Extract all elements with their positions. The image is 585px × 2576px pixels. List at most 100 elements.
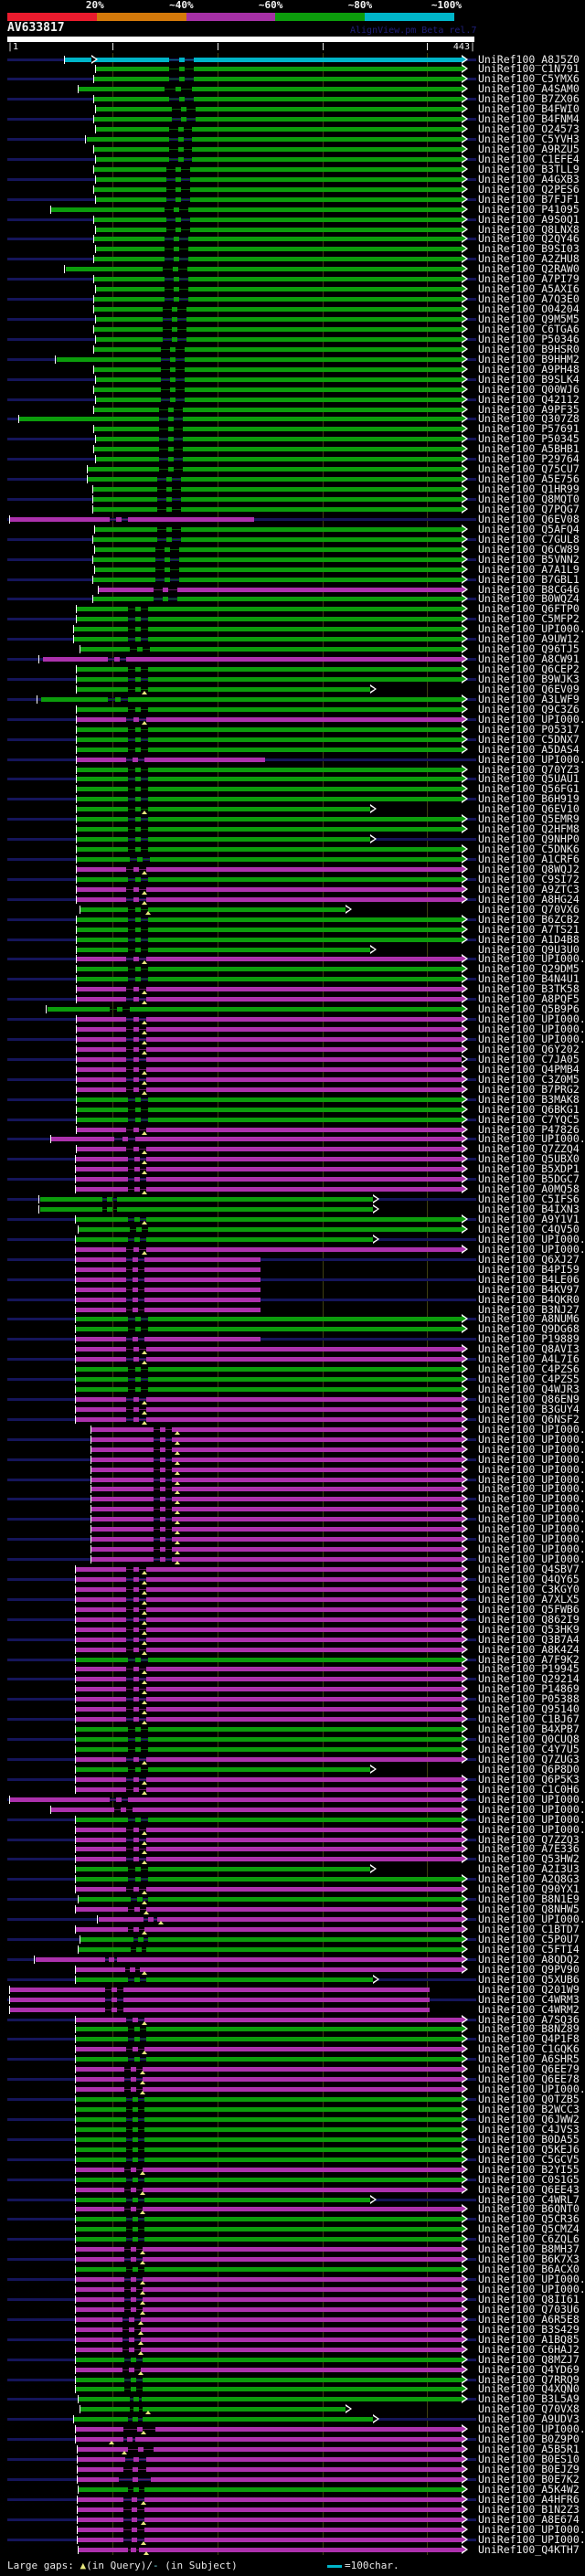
alignment-bar[interactable] bbox=[75, 1697, 126, 1702]
alignment-bar[interactable] bbox=[177, 597, 462, 602]
alignment-bar[interactable] bbox=[146, 2027, 462, 2032]
alignment-bar[interactable] bbox=[87, 467, 159, 472]
alignment-bar[interactable] bbox=[143, 2387, 462, 2392]
alignment-bar[interactable] bbox=[75, 2057, 128, 2062]
alignment-bar[interactable] bbox=[76, 886, 126, 892]
alignment-bar[interactable] bbox=[146, 1677, 462, 1682]
alignment-bar[interactable] bbox=[146, 1827, 462, 1832]
alignment-bar[interactable] bbox=[36, 1956, 105, 1962]
alignment-bar[interactable] bbox=[75, 2357, 124, 2362]
alignment-bar[interactable] bbox=[76, 1117, 128, 1122]
alignment-bar[interactable] bbox=[91, 1507, 154, 1512]
alignment-bar[interactable] bbox=[73, 637, 128, 642]
alignment-bar[interactable] bbox=[183, 427, 462, 432]
alignment-bar[interactable] bbox=[48, 1007, 110, 1012]
alignment-bar[interactable] bbox=[93, 146, 169, 152]
alignment-bar[interactable] bbox=[146, 1627, 462, 1632]
alignment-bar[interactable] bbox=[75, 2147, 126, 2152]
alignment-bar[interactable] bbox=[146, 1246, 462, 1252]
alignment-bar[interactable] bbox=[9, 516, 110, 522]
alignment-bar[interactable] bbox=[146, 1606, 462, 1612]
alignment-bar[interactable] bbox=[148, 767, 462, 772]
alignment-bar[interactable] bbox=[40, 1197, 102, 1203]
alignment-bar[interactable] bbox=[150, 857, 462, 863]
alignment-bar[interactable] bbox=[128, 516, 254, 522]
alignment-bar[interactable] bbox=[95, 397, 161, 402]
alignment-bar[interactable] bbox=[76, 917, 128, 922]
alignment-bar[interactable] bbox=[148, 706, 462, 712]
alignment-bar[interactable] bbox=[94, 567, 155, 572]
alignment-bar[interactable] bbox=[76, 1066, 126, 1072]
alignment-bar[interactable] bbox=[144, 2107, 462, 2113]
alignment-bar[interactable] bbox=[144, 2217, 462, 2222]
alignment-bar[interactable] bbox=[148, 1367, 462, 1373]
alignment-bar[interactable] bbox=[92, 506, 157, 512]
alignment-bar[interactable] bbox=[148, 817, 462, 822]
alignment-bar[interactable] bbox=[148, 1766, 370, 1772]
alignment-bar[interactable] bbox=[146, 1586, 462, 1592]
alignment-bar[interactable] bbox=[75, 2037, 128, 2042]
alignment-bar[interactable] bbox=[75, 1786, 126, 1792]
alignment-bar[interactable] bbox=[75, 1317, 128, 1322]
alignment-bar[interactable] bbox=[190, 227, 462, 232]
alignment-bar[interactable] bbox=[93, 387, 161, 392]
alignment-bar[interactable] bbox=[144, 1277, 261, 1282]
alignment-bar[interactable] bbox=[76, 726, 128, 732]
alignment-bar[interactable] bbox=[75, 1406, 126, 1412]
alignment-bar[interactable] bbox=[76, 807, 128, 812]
alignment-bar[interactable] bbox=[148, 1117, 462, 1122]
alignment-bar[interactable] bbox=[75, 1637, 126, 1642]
alignment-bar[interactable] bbox=[76, 1076, 126, 1082]
alignment-bar[interactable] bbox=[188, 237, 462, 242]
alignment-bar[interactable] bbox=[146, 2037, 462, 2042]
alignment-bar[interactable] bbox=[75, 2067, 124, 2072]
alignment-bar[interactable] bbox=[87, 137, 169, 143]
alignment-bar[interactable] bbox=[95, 376, 161, 382]
alignment-bar[interactable] bbox=[130, 1007, 462, 1012]
alignment-bar[interactable] bbox=[75, 1267, 126, 1272]
alignment-bar[interactable] bbox=[87, 477, 157, 482]
alignment-bar[interactable] bbox=[75, 2207, 124, 2212]
alignment-bar[interactable] bbox=[95, 437, 159, 442]
alignment-bar[interactable] bbox=[77, 2537, 123, 2542]
alignment-bar[interactable] bbox=[146, 1167, 462, 1172]
alignment-bar[interactable] bbox=[91, 1477, 154, 1482]
alignment-bar[interactable] bbox=[75, 1627, 126, 1632]
alignment-bar[interactable] bbox=[144, 1297, 261, 1302]
alignment-bar[interactable] bbox=[76, 977, 128, 982]
alignment-bar[interactable] bbox=[183, 407, 462, 412]
alignment-bar[interactable] bbox=[91, 1537, 154, 1542]
alignment-bar[interactable] bbox=[143, 2407, 346, 2412]
alignment-bar[interactable] bbox=[76, 757, 126, 762]
alignment-bar[interactable] bbox=[188, 287, 462, 292]
alignment-bar[interactable] bbox=[144, 2517, 462, 2522]
alignment-bar[interactable] bbox=[146, 1017, 462, 1023]
alignment-bar[interactable] bbox=[76, 947, 128, 952]
alignment-bar[interactable] bbox=[75, 1857, 126, 1862]
alignment-bar[interactable] bbox=[92, 577, 155, 582]
alignment-bar[interactable] bbox=[148, 1377, 462, 1383]
alignment-bar[interactable] bbox=[146, 1776, 462, 1782]
alignment-bar[interactable] bbox=[78, 1226, 130, 1232]
alignment-bar[interactable] bbox=[144, 757, 265, 762]
alignment-bar[interactable] bbox=[75, 2077, 124, 2083]
alignment-bar[interactable] bbox=[146, 1637, 462, 1642]
alignment-bar[interactable] bbox=[143, 2277, 462, 2283]
alignment-bar[interactable] bbox=[148, 1936, 462, 1942]
alignment-bar[interactable] bbox=[183, 417, 462, 422]
alignment-bar[interactable] bbox=[75, 2306, 124, 2312]
alignment-bar[interactable] bbox=[148, 827, 462, 832]
alignment-bar[interactable] bbox=[76, 896, 126, 902]
alignment-bar[interactable] bbox=[172, 1517, 462, 1522]
alignment-bar[interactable] bbox=[151, 2476, 462, 2482]
alignment-bar[interactable] bbox=[148, 617, 462, 622]
alignment-bar[interactable] bbox=[91, 1467, 154, 1472]
alignment-bar[interactable] bbox=[148, 1727, 462, 1733]
alignment-bar[interactable] bbox=[146, 1946, 462, 1952]
alignment-bar[interactable] bbox=[157, 1917, 462, 1923]
alignment-bar[interactable] bbox=[75, 1776, 126, 1782]
alignment-bar[interactable] bbox=[143, 2287, 462, 2292]
alignment-bar[interactable] bbox=[91, 1447, 154, 1452]
alignment-bar[interactable] bbox=[179, 567, 462, 572]
alignment-bar[interactable] bbox=[172, 1527, 462, 1532]
